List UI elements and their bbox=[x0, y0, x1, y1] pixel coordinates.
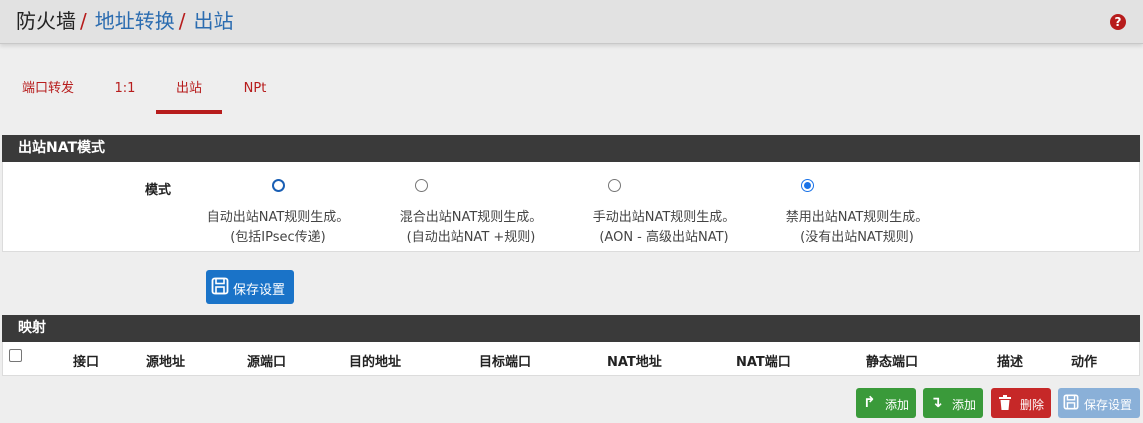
save-icon bbox=[211, 277, 229, 299]
trash-icon bbox=[998, 395, 1012, 414]
arrow-turn-up-icon: ↱ bbox=[863, 393, 876, 411]
save-mappings-label: 保存设置 bbox=[1084, 398, 1133, 412]
mode-option-sublabel: (自动出站NAT +规则) bbox=[406, 230, 536, 245]
mode-option-label: 禁用出站NAT规则生成。 bbox=[785, 210, 929, 225]
mode-radio-hybrid[interactable] bbox=[415, 179, 428, 192]
mode-radio-automatic[interactable] bbox=[272, 179, 285, 192]
breadcrumb-link-outbound[interactable]: 出站 bbox=[194, 9, 234, 33]
mappings-table-header: 接口 源地址 源端口 目的地址 目标端口 NAT地址 NAT端口 静态端口 描述… bbox=[2, 342, 1140, 376]
mode-label: 模式 bbox=[145, 183, 172, 198]
help-icon[interactable]: ? bbox=[1110, 14, 1126, 30]
mode-option-sublabel: (AON - 高级出站NAT) bbox=[599, 230, 729, 245]
breadcrumb-separator: / bbox=[178, 9, 186, 33]
arrow-turn-down-icon: ↴ bbox=[930, 393, 943, 411]
select-all-checkbox[interactable] bbox=[9, 349, 22, 362]
mode-option-sublabel: (包括IPsec传递) bbox=[230, 230, 326, 245]
delete-label: 删除 bbox=[1020, 398, 1045, 412]
nat-mode-panel-title: 出站NAT模式 bbox=[2, 135, 1140, 162]
column-header-nat-port: NAT端口 bbox=[736, 355, 791, 370]
save-mappings-button[interactable]: 保存设置 bbox=[1058, 388, 1140, 418]
save-settings-label: 保存设置 bbox=[233, 283, 286, 298]
column-header-source-port: 源端口 bbox=[247, 355, 287, 370]
breadcrumb-root: 防火墙 bbox=[16, 9, 76, 33]
mode-option-label: 混合出站NAT规则生成。 bbox=[399, 210, 543, 225]
mode-option-label: 手动出站NAT规则生成。 bbox=[592, 210, 736, 225]
tab-npt[interactable]: NPt bbox=[236, 72, 274, 114]
breadcrumb-link-nat[interactable]: 地址转换 bbox=[95, 9, 175, 33]
column-header-static-port: 静态端口 bbox=[866, 355, 919, 370]
tab-port-forward[interactable]: 端口转发 bbox=[12, 72, 84, 114]
mode-option-sublabel: (没有出站NAT规则) bbox=[800, 230, 914, 245]
breadcrumb-separator: / bbox=[80, 9, 87, 33]
delete-button[interactable]: 删除 bbox=[991, 388, 1051, 418]
column-header-description: 描述 bbox=[997, 355, 1024, 370]
add-bottom-button[interactable]: ↴ 添加 bbox=[923, 388, 983, 418]
page-header: 防火墙 / 地址转换 / 出站 ? bbox=[0, 0, 1143, 44]
mode-radio-manual[interactable] bbox=[608, 179, 621, 192]
add-top-label: 添加 bbox=[885, 398, 910, 412]
breadcrumb: 防火墙 / 地址转换 / 出站 bbox=[16, 8, 234, 34]
column-header-source: 源地址 bbox=[146, 355, 186, 370]
nat-mode-panel: 模式 自动出站NAT规则生成。 (包括IPsec传递) 混合出站NAT规则生成。… bbox=[2, 162, 1140, 252]
add-top-button[interactable]: ↱ 添加 bbox=[856, 388, 916, 418]
save-settings-button[interactable]: 保存设置 bbox=[206, 270, 294, 304]
add-bottom-label: 添加 bbox=[952, 398, 977, 412]
mappings-panel-title: 映射 bbox=[2, 315, 1140, 342]
column-header-interface: 接口 bbox=[73, 355, 100, 370]
mode-radio-disabled[interactable] bbox=[801, 179, 814, 192]
column-header-actions: 动作 bbox=[1071, 355, 1098, 370]
column-header-destination-port: 目标端口 bbox=[479, 355, 532, 370]
mode-option-label: 自动出站NAT规则生成。 bbox=[206, 210, 350, 225]
save-icon bbox=[1063, 394, 1079, 414]
column-header-destination: 目的地址 bbox=[349, 355, 402, 370]
tab-outbound[interactable]: 出站 bbox=[156, 72, 222, 114]
column-header-nat-address: NAT地址 bbox=[607, 355, 662, 370]
tab-one-to-one[interactable]: 1:1 bbox=[106, 72, 144, 114]
